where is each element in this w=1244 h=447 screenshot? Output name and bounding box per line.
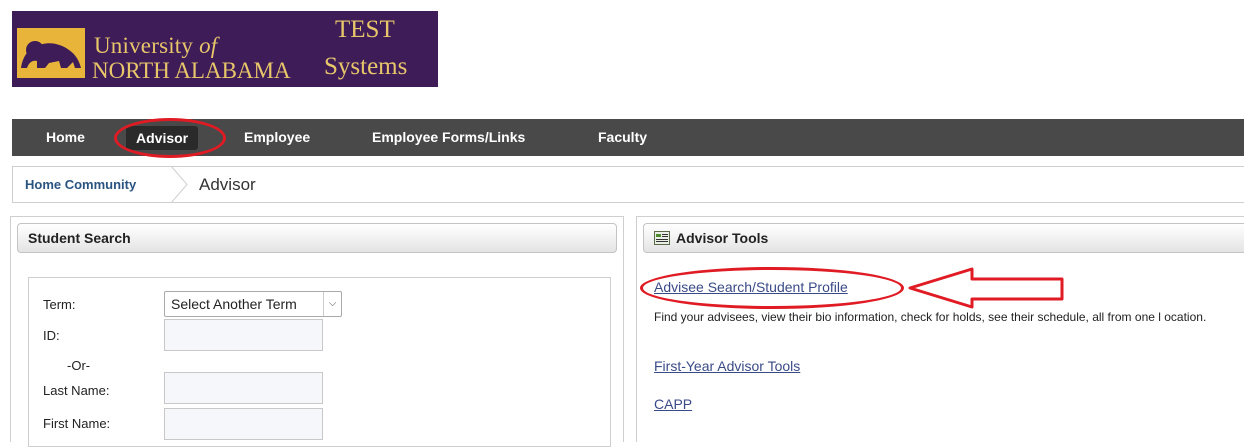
breadcrumb: Home Community Advisor — [12, 166, 1244, 203]
or-label: -Or- — [67, 358, 91, 373]
term-select[interactable]: Select Another Term ⌵ — [164, 291, 342, 317]
environment-label-line2: Systems — [324, 53, 408, 80]
nav-item-home[interactable]: Home — [46, 119, 85, 156]
student-search-panel: Student Search Term: Select Another Term… — [10, 216, 624, 447]
student-search-form: Term: Select Another Term ⌵ ID: -Or- Las… — [28, 277, 611, 447]
breadcrumb-separator-icon — [170, 166, 188, 203]
nav-item-employee[interactable]: Employee — [244, 119, 310, 156]
tools-icon — [654, 230, 670, 245]
first-name-field[interactable] — [164, 408, 323, 440]
breadcrumb-current: Advisor — [199, 175, 256, 194]
student-search-header: Student Search — [17, 223, 617, 253]
term-label: Term: — [43, 297, 76, 312]
advisee-search-student-profile-link[interactable]: Advisee Search/Student Profile — [654, 279, 848, 295]
breadcrumb-home-community[interactable]: Home Community — [25, 167, 136, 202]
red-arrow-icon — [908, 267, 1064, 309]
advisor-tools-panel: Advisor Tools Advisee Search/Student Pro… — [636, 216, 1244, 442]
id-field[interactable] — [164, 319, 323, 351]
last-name-field[interactable] — [164, 372, 323, 404]
student-search-title: Student Search — [28, 230, 131, 246]
first-year-advisor-tools-link[interactable]: First-Year Advisor Tools — [654, 358, 800, 374]
advisor-tools-header: Advisor Tools — [643, 223, 1244, 253]
university-name-line2: NORTH ALABAMA — [92, 58, 291, 83]
environment-label-line1: TEST — [335, 16, 395, 43]
advisor-tools-title-text: Advisor Tools — [676, 230, 769, 246]
nav-item-faculty[interactable]: Faculty — [598, 119, 647, 156]
nav-item-employee-forms-links[interactable]: Employee Forms/Links — [372, 119, 525, 156]
first-name-label: First Name: — [43, 416, 111, 431]
last-name-label: Last Name: — [43, 383, 110, 398]
advisor-tools-title: Advisor Tools — [654, 224, 768, 252]
capp-link[interactable]: CAPP — [654, 396, 692, 412]
university-name-line1: University of — [94, 33, 218, 58]
nav-item-advisor[interactable]: Advisor — [126, 126, 199, 150]
term-select-value: Select Another Term — [171, 296, 297, 312]
lion-icon — [17, 28, 85, 78]
id-label: ID: — [43, 328, 60, 343]
university-banner: University of NORTH ALABAMA TEST Systems — [12, 11, 438, 87]
main-nav: Home Advisor Employee Employee Forms/Lin… — [12, 119, 1244, 156]
chevron-down-icon[interactable]: ⌵ — [323, 292, 341, 316]
